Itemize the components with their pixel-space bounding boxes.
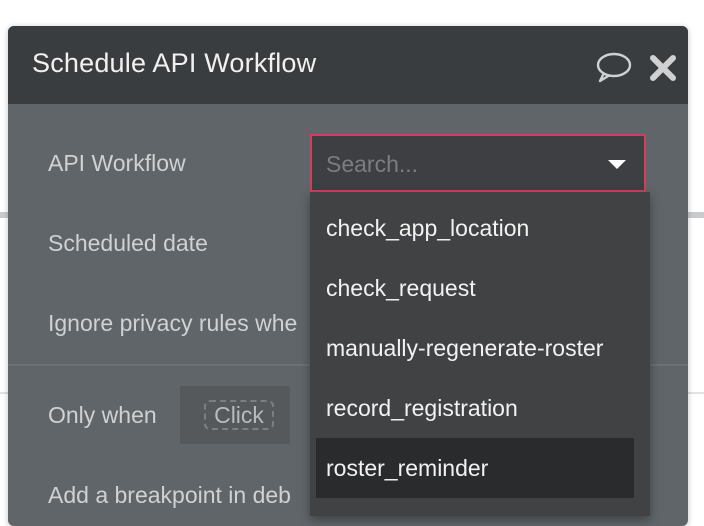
api-workflow-dropdown-list: check_app_location check_request manuall… — [310, 192, 650, 516]
dialog-title: Schedule API Workflow — [32, 48, 317, 78]
chevron-down-icon[interactable] — [608, 160, 626, 169]
speech-bubble-icon[interactable] — [594, 50, 634, 86]
scheduled-date-label: Scheduled date — [48, 230, 208, 256]
api-workflow-label: API Workflow — [48, 150, 186, 176]
dropdown-item-record-registration[interactable]: record_registration — [316, 378, 634, 438]
close-icon[interactable] — [648, 53, 678, 83]
dialog-header: Schedule API Workflow — [8, 26, 688, 104]
ignore-privacy-rules-label: Ignore privacy rules whe — [48, 310, 298, 336]
dropdown-item-check-app-location[interactable]: check_app_location — [316, 198, 634, 258]
breakpoint-label: Add a breakpoint in deb — [48, 482, 291, 508]
only-when-click-placeholder[interactable]: Click — [204, 400, 274, 430]
dropdown-item-check-request[interactable]: check_request — [316, 258, 634, 318]
only-when-condition-field[interactable]: Click — [180, 386, 290, 444]
api-workflow-search-input[interactable]: Search... — [310, 134, 646, 192]
dropdown-item-roster-reminder[interactable]: roster_reminder — [316, 438, 634, 498]
search-placeholder: Search... — [326, 151, 419, 177]
dropdown-item-manually-regenerate-roster[interactable]: manually-regenerate-roster — [316, 318, 634, 378]
only-when-label: Only when — [48, 402, 157, 428]
